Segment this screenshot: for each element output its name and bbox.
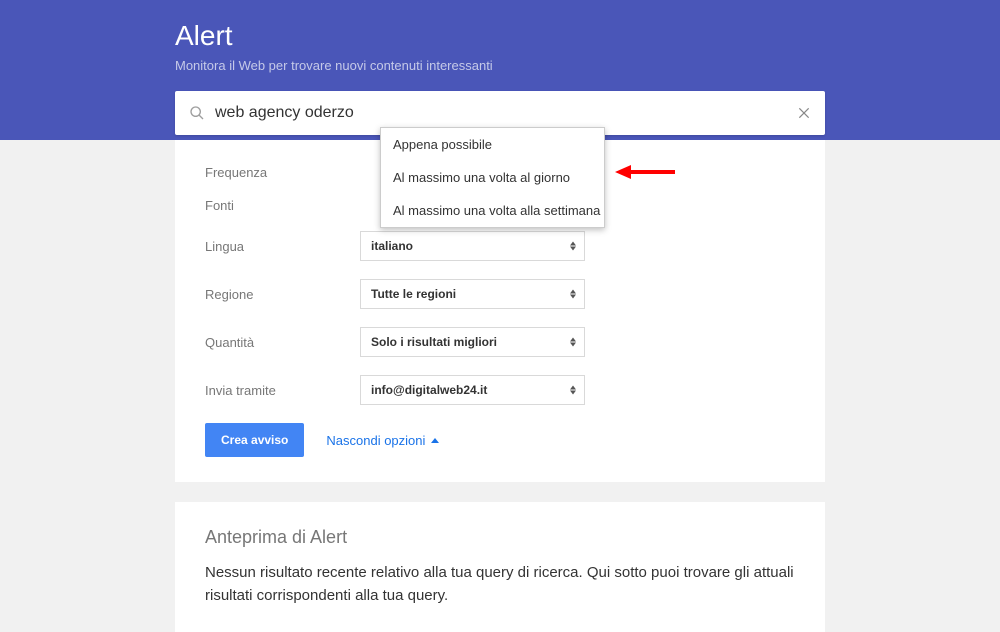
updown-icon bbox=[570, 338, 576, 347]
header: Alert Monitora il Web per trovare nuovi … bbox=[0, 0, 1000, 140]
dropdown-option-2[interactable]: Al massimo una volta alla settimana bbox=[381, 194, 604, 227]
search-input[interactable] bbox=[215, 104, 797, 122]
dropdown-option-0[interactable]: Appena possibile bbox=[381, 128, 604, 161]
create-alert-button[interactable]: Crea avviso bbox=[205, 423, 304, 457]
select-invia[interactable]: info@digitalweb24.it bbox=[360, 375, 585, 405]
updown-icon bbox=[570, 386, 576, 395]
label-invia: Invia tramite bbox=[205, 383, 360, 398]
label-regione: Regione bbox=[205, 287, 360, 302]
label-lingua: Lingua bbox=[205, 239, 360, 254]
updown-icon bbox=[570, 290, 576, 299]
preview-card: Anteprima di Alert Nessun risultato rece… bbox=[175, 502, 825, 632]
annotation-arrow-icon bbox=[615, 162, 675, 187]
select-lingua-value: italiano bbox=[371, 239, 413, 253]
hide-options-link[interactable]: Nascondi opzioni bbox=[326, 433, 439, 448]
clear-icon[interactable] bbox=[797, 106, 811, 120]
label-quantita: Quantità bbox=[205, 335, 360, 350]
label-frequenza: Frequenza bbox=[205, 165, 360, 180]
select-lingua[interactable]: italiano bbox=[360, 231, 585, 261]
page-subtitle: Monitora il Web per trovare nuovi conten… bbox=[175, 58, 825, 73]
preview-title: Anteprima di Alert bbox=[205, 527, 795, 548]
page-title: Alert bbox=[175, 20, 825, 52]
select-regione[interactable]: Tutte le regioni bbox=[360, 279, 585, 309]
preview-text: Nessun risultato recente relativo alla t… bbox=[205, 562, 795, 607]
search-icon bbox=[189, 105, 205, 121]
hide-options-label: Nascondi opzioni bbox=[326, 433, 425, 448]
select-regione-value: Tutte le regioni bbox=[371, 287, 456, 301]
frequenza-dropdown: Appena possibile Al massimo una volta al… bbox=[380, 127, 605, 228]
select-quantita[interactable]: Solo i risultati migliori bbox=[360, 327, 585, 357]
caret-up-icon bbox=[431, 438, 439, 443]
updown-icon bbox=[570, 242, 576, 251]
select-invia-value: info@digitalweb24.it bbox=[371, 383, 487, 397]
label-fonti: Fonti bbox=[205, 198, 360, 213]
dropdown-option-1[interactable]: Al massimo una volta al giorno bbox=[381, 161, 604, 194]
select-quantita-value: Solo i risultati migliori bbox=[371, 335, 497, 349]
